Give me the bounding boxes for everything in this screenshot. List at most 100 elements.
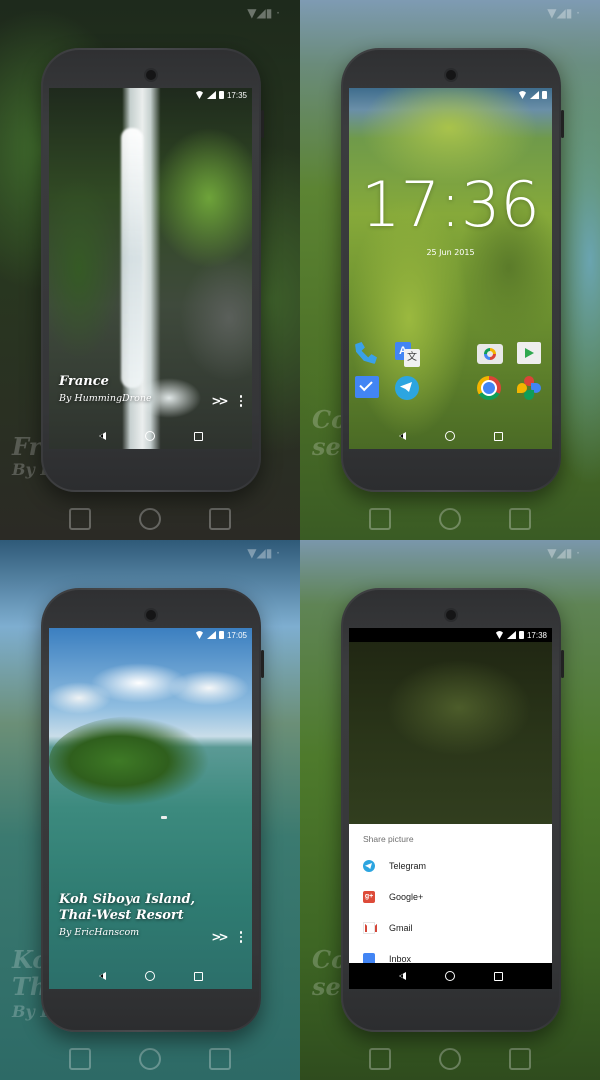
background-nav-ghost — [300, 1048, 600, 1070]
caption-actions: >> — [211, 394, 242, 408]
share-option-label: Gmail — [389, 923, 413, 933]
photo-author[interactable]: By HummingDrone — [59, 393, 152, 404]
recents-icon[interactable] — [493, 971, 503, 981]
home-icon[interactable] — [444, 431, 455, 441]
google-plus-icon: g+ — [363, 891, 375, 903]
phone-screen: 17:36 25 Jun 2015 A文 — [349, 88, 552, 449]
battery-icon — [218, 631, 224, 639]
wifi-icon — [194, 631, 204, 639]
clock-widget[interactable]: 17:36 — [349, 168, 552, 241]
share-option-gmail[interactable]: Gmail — [363, 922, 413, 934]
share-option-inbox[interactable]: Inbox — [363, 953, 411, 963]
phone-frame: 17:05 Koh Siboya Island, Thai-West Resor… — [41, 588, 264, 1032]
nav-bar — [49, 963, 252, 989]
status-time: 17:35 — [226, 90, 247, 100]
caption-actions: >> — [211, 930, 242, 944]
phone-screen: 17:05 Koh Siboya Island, Thai-West Resor… — [49, 628, 252, 989]
more-vert-icon[interactable] — [239, 931, 242, 943]
fast-forward-icon[interactable]: >> — [211, 394, 228, 408]
date-label: 25 Jun 2015 — [426, 248, 475, 257]
waterfall — [121, 128, 143, 388]
telegram-icon — [363, 860, 375, 872]
boat — [161, 816, 167, 819]
inbox-icon — [363, 953, 375, 963]
share-option-telegram[interactable]: Telegram — [363, 860, 426, 872]
nav-bar — [349, 963, 552, 989]
nav-bar — [349, 423, 552, 449]
signal-icon — [506, 631, 516, 639]
fast-forward-icon[interactable]: >> — [211, 930, 228, 944]
background-caption-ghost: se — [312, 972, 341, 1001]
share-option-label: Google+ — [389, 892, 424, 902]
panel-share-sheet: ▼◢▮ · Co se 17:38 Share picture Telegram… — [300, 540, 600, 1080]
panel-france: ▼◢▮ · Fra By H 17:35 France By HummingDr… — [0, 0, 300, 540]
phone-frame: 17:36 25 Jun 2015 A文 — [341, 48, 564, 492]
photo-caption: Koh Siboya Island, Thai-West Resort By E… — [59, 892, 195, 938]
wifi-icon — [518, 91, 527, 99]
photo-title: France — [59, 374, 109, 389]
status-time: 17:38 — [526, 630, 547, 640]
panel-koh-siboya: ▼◢▮ · Ko Th By E 17:05 Koh Siboya Island… — [0, 540, 300, 1080]
front-camera — [146, 610, 156, 620]
background-status-icons: ▼◢▮ · — [247, 6, 280, 20]
island — [49, 716, 224, 806]
status-bar: 17:05 — [49, 628, 252, 642]
back-icon[interactable] — [98, 972, 106, 980]
recents-icon[interactable] — [193, 971, 203, 981]
share-sheet: Share picture Telegram g+ Google+ Gmail … — [349, 824, 552, 963]
status-time: 17:05 — [226, 630, 247, 640]
phone-frame: 17:38 Share picture Telegram g+ Google+ … — [341, 588, 564, 1032]
background-nav-ghost — [300, 508, 600, 530]
back-icon[interactable] — [398, 972, 406, 980]
phone-frame: 17:35 France By HummingDrone >> — [41, 48, 264, 492]
more-vert-icon[interactable] — [239, 395, 242, 407]
share-option-label: Telegram — [389, 861, 427, 871]
status-bar: 17:35 — [49, 88, 252, 102]
phone-icon[interactable] — [355, 342, 381, 368]
photo-title-line-1: Koh Siboya Island, — [59, 892, 196, 907]
signal-icon — [206, 631, 216, 639]
background-nav-ghost — [0, 508, 300, 530]
share-option-google-plus[interactable]: g+ Google+ — [363, 891, 423, 903]
power-button — [561, 650, 564, 678]
signal-icon — [530, 91, 539, 99]
wifi-icon — [494, 631, 504, 639]
front-camera — [446, 70, 456, 80]
photo-author[interactable]: By EricHanscom — [59, 927, 195, 938]
photo-title-line-2: Thai-West Resort — [59, 908, 184, 923]
google-camera-icon[interactable] — [477, 344, 503, 364]
power-button — [261, 110, 264, 138]
telegram-icon[interactable] — [395, 376, 421, 402]
google-photos-icon[interactable] — [517, 376, 543, 402]
share-option-label: Inbox — [389, 954, 412, 963]
battery-icon — [518, 631, 524, 639]
status-bar: 17:38 — [349, 628, 552, 642]
phone-screen: 17:38 Share picture Telegram g+ Google+ … — [349, 628, 552, 989]
battery-icon — [218, 91, 224, 99]
chrome-icon[interactable] — [477, 376, 503, 402]
back-icon[interactable] — [398, 432, 406, 440]
home-icon[interactable] — [444, 971, 455, 981]
phone-screen: 17:35 France By HummingDrone >> — [49, 88, 252, 449]
power-button — [261, 650, 264, 678]
inbox-icon[interactable] — [355, 376, 381, 402]
background-status-icons: ▼◢▮ · — [547, 6, 580, 20]
back-icon[interactable] — [98, 432, 106, 440]
front-camera — [446, 610, 456, 620]
recents-icon[interactable] — [493, 431, 503, 441]
battery-icon — [542, 91, 547, 99]
signal-icon — [206, 91, 216, 99]
share-sheet-title: Share picture — [363, 834, 414, 844]
background-caption-ghost: se — [312, 432, 341, 461]
photo-caption: France By HummingDrone — [59, 374, 152, 404]
recents-icon[interactable] — [193, 431, 203, 441]
background-status-icons: ▼◢▮ · — [247, 546, 280, 560]
play-store-icon[interactable] — [517, 342, 543, 368]
front-camera — [146, 70, 156, 80]
home-icon[interactable] — [144, 431, 155, 441]
google-translate-icon[interactable]: A文 — [395, 342, 421, 368]
background-status-icons: ▼◢▮ · — [547, 546, 580, 560]
home-icon[interactable] — [144, 971, 155, 981]
power-button — [561, 110, 564, 138]
wifi-icon — [194, 91, 204, 99]
